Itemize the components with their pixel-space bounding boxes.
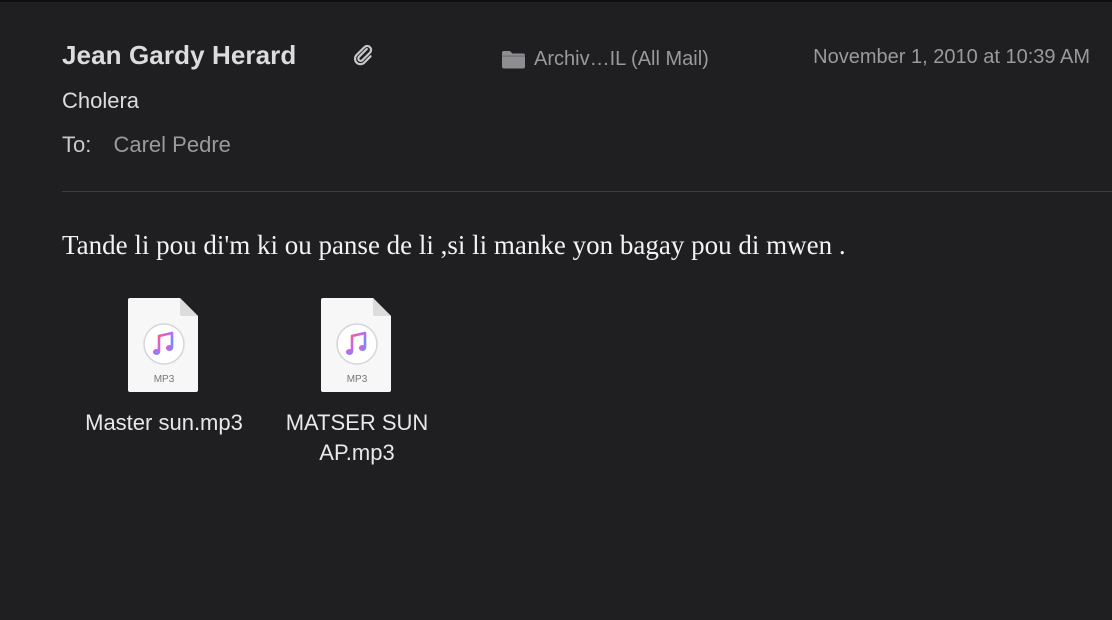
- attachment-item[interactable]: MP3 MATSER SUN AP.mp3: [257, 298, 457, 468]
- attachment-item[interactable]: MP3 Master sun.mp3: [64, 298, 264, 438]
- file-type-badge: MP3: [154, 374, 175, 385]
- to-label: To:: [62, 132, 92, 157]
- window-top-edge: [0, 0, 1112, 2]
- file-type-badge: MP3: [347, 374, 368, 385]
- recipient-name[interactable]: Carel Pedre: [113, 132, 230, 157]
- mailbox-label: Archiv…IL (All Mail): [534, 47, 709, 70]
- mp3-file-icon: MP3: [321, 298, 391, 392]
- sender-name[interactable]: Jean Gardy Herard: [62, 40, 296, 71]
- paperclip-icon: [353, 44, 373, 66]
- attachment-name: Master sun.mp3: [85, 410, 243, 435]
- folder-icon: [502, 51, 525, 69]
- header-divider: [62, 191, 1112, 192]
- recipient-row: To: Carel Pedre: [62, 132, 231, 158]
- mailbox-location[interactable]: Archiv…IL (All Mail): [501, 46, 709, 72]
- message-body: Tande li pou di'm ki ou panse de li ,si …: [62, 230, 846, 260]
- message-subject: Cholera: [62, 88, 140, 113]
- attachment-name: MATSER SUN AP.mp3: [285, 410, 429, 465]
- message-date: November 1, 2010 at 10:39 AM: [813, 46, 1090, 68]
- mp3-file-icon: MP3: [128, 298, 198, 392]
